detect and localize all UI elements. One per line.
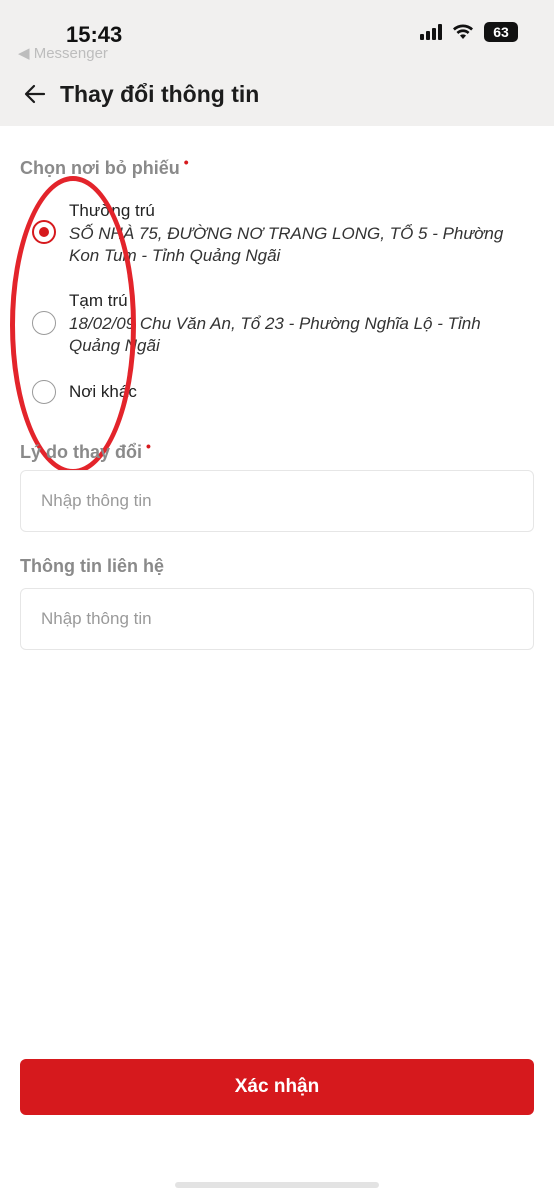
- radio-option-title: Nơi khác: [69, 382, 137, 401]
- radio-option-address: SỐ NHÀ 75, ĐƯỜNG NƠ TRANG LONG, TỔ 5 - P…: [69, 224, 504, 265]
- reason-input-box: [20, 470, 534, 532]
- battery-icon: 63: [484, 22, 518, 42]
- radio-button[interactable]: [32, 311, 56, 335]
- radio-option-permanent[interactable]: Thường trú SỐ NHÀ 75, ĐƯỜNG NƠ TRANG LON…: [32, 200, 534, 267]
- home-indicator: [175, 1182, 379, 1188]
- radio-option-title: Thường trú: [69, 201, 155, 220]
- radio-option-other[interactable]: Nơi khác: [32, 380, 534, 404]
- contact-label: Thông tin liên hệ: [20, 556, 164, 576]
- status-bar: 15:43 ◀ Messenger 63: [0, 0, 554, 70]
- radio-option-address: 18/02/09 Chu Văn An, Tổ 23 - Phường Nghĩ…: [69, 314, 481, 355]
- page-header: Thay đổi thông tin: [0, 70, 554, 118]
- radio-option-title: Tạm trú: [69, 291, 128, 310]
- contact-input-box: [20, 588, 534, 650]
- back-button[interactable]: [20, 79, 50, 109]
- contact-input[interactable]: [21, 609, 533, 629]
- radio-option-text: Thường trú SỐ NHÀ 75, ĐƯỜNG NƠ TRANG LON…: [69, 200, 534, 267]
- back-to-app-link[interactable]: ◀ Messenger: [18, 44, 108, 62]
- radio-button-selected[interactable]: [32, 220, 56, 244]
- page-title: Thay đổi thông tin: [60, 80, 260, 107]
- reason-label: Lý do thay đổi •: [20, 438, 151, 463]
- arrow-left-icon: [24, 84, 46, 104]
- cellular-signal-icon: [420, 24, 442, 40]
- voting-place-label-text: Chọn nơi bỏ phiếu: [20, 158, 180, 178]
- radio-option-text: Tạm trú 18/02/09 Chu Văn An, Tổ 23 - Phư…: [69, 290, 534, 357]
- confirm-button[interactable]: Xác nhận: [20, 1059, 534, 1115]
- radio-option-temporary[interactable]: Tạm trú 18/02/09 Chu Văn An, Tổ 23 - Phư…: [32, 290, 534, 357]
- required-mark: •: [183, 154, 189, 170]
- voting-place-label: Chọn nơi bỏ phiếu •: [20, 154, 189, 179]
- radio-option-text: Nơi khác: [69, 381, 137, 403]
- radio-button[interactable]: [32, 380, 56, 404]
- wifi-icon: [453, 24, 473, 39]
- reason-label-text: Lý do thay đổi: [20, 442, 143, 462]
- required-mark: •: [146, 438, 151, 454]
- reason-input[interactable]: [21, 491, 533, 511]
- status-indicators: 63: [420, 22, 518, 42]
